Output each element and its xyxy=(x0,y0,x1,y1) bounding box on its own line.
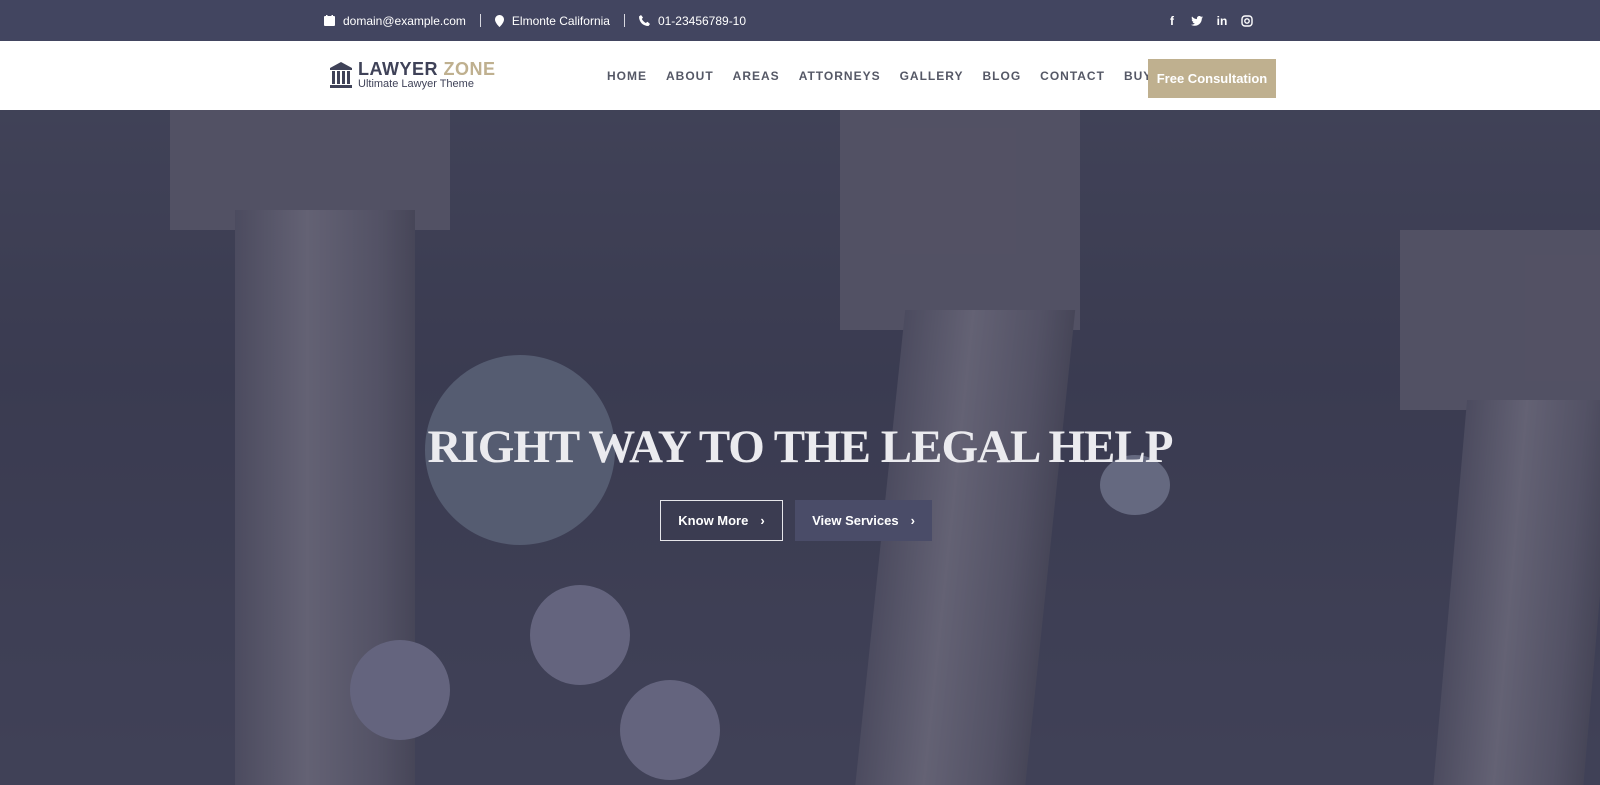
logo[interactable]: LAWYER ZONE Ultimate Lawyer Theme xyxy=(330,60,496,90)
nav-blog[interactable]: BLOG xyxy=(982,69,1021,83)
phone-item[interactable]: 01-23456789-10 xyxy=(638,13,747,28)
social-links: f in xyxy=(1166,0,1253,41)
view-services-label: View Services xyxy=(812,513,899,528)
nav-about[interactable]: ABOUT xyxy=(666,69,714,83)
location-item: Elmonte California xyxy=(494,13,610,28)
chevron-right-icon: › xyxy=(910,513,915,528)
know-more-label: Know More xyxy=(678,513,749,528)
nav-areas[interactable]: AREAS xyxy=(733,69,780,83)
top-bar: domain@example.com Elmonte California 01… xyxy=(0,0,1600,41)
facebook-icon[interactable]: f xyxy=(1166,14,1178,28)
nav-contact[interactable]: CONTACT xyxy=(1040,69,1105,83)
logo-tagline: Ultimate Lawyer Theme xyxy=(358,78,474,90)
contact-info: domain@example.com Elmonte California 01… xyxy=(324,0,746,41)
hero-title: RIGHT WAY TO THE LEGAL HELP xyxy=(427,421,1174,473)
chevron-right-icon: › xyxy=(760,513,765,528)
logo-title: LAWYER xyxy=(358,59,439,79)
hero-buttons: Know More › View Services › xyxy=(660,500,932,541)
courthouse-icon xyxy=(330,62,352,88)
logo-title-accent: ZONE xyxy=(443,59,496,79)
calendar-icon xyxy=(324,15,335,26)
know-more-button[interactable]: Know More › xyxy=(660,500,783,541)
menu: HOME ABOUT AREAS ATTORNEYS GALLERY BLOG … xyxy=(607,41,1185,110)
main-nav: LAWYER ZONE Ultimate Lawyer Theme HOME A… xyxy=(0,41,1600,110)
map-pin-icon xyxy=(494,14,504,27)
free-consultation-button[interactable]: Free Consultation xyxy=(1148,59,1276,98)
nav-gallery[interactable]: GALLERY xyxy=(900,69,964,83)
twitter-icon[interactable] xyxy=(1191,15,1203,27)
email-text: domain@example.com xyxy=(343,13,466,28)
location-text: Elmonte California xyxy=(511,13,610,28)
phone-text: 01-23456789-10 xyxy=(657,13,747,28)
hero-section: RIGHT WAY TO THE LEGAL HELP Know More › … xyxy=(0,110,1600,785)
divider xyxy=(479,14,481,27)
phone-icon xyxy=(638,15,650,26)
divider xyxy=(623,14,625,27)
linkedin-icon[interactable]: in xyxy=(1216,14,1228,28)
nav-home[interactable]: HOME xyxy=(607,69,647,83)
view-services-button[interactable]: View Services › xyxy=(795,500,932,541)
nav-attorneys[interactable]: ATTORNEYS xyxy=(799,69,881,83)
instagram-icon[interactable] xyxy=(1241,14,1253,27)
email-item[interactable]: domain@example.com xyxy=(324,14,466,28)
